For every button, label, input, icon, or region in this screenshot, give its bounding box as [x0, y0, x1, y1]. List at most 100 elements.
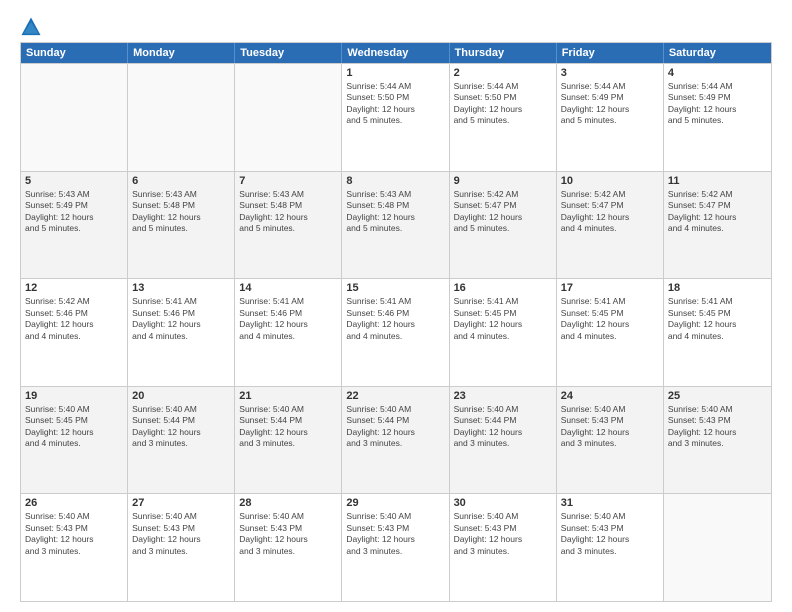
cell-info: Sunrise: 5:40 AM Sunset: 5:43 PM Dayligh… [668, 404, 767, 450]
calendar-cell: 11 Sunrise: 5:42 AM Sunset: 5:47 PM Dayli… [664, 172, 771, 279]
day-number: 26 [25, 497, 123, 509]
calendar-cell: 16 Sunrise: 5:41 AM Sunset: 5:45 PM Dayli… [450, 279, 557, 386]
calendar-cell: 24 Sunrise: 5:40 AM Sunset: 5:43 PM Dayli… [557, 387, 664, 494]
calendar-cell [235, 64, 342, 171]
day-number: 21 [239, 390, 337, 402]
calendar-cell: 14 Sunrise: 5:41 AM Sunset: 5:46 PM Dayli… [235, 279, 342, 386]
calendar-cell: 27Sunrise: 5:40 AM Sunset: 5:43 PM Dayli… [128, 494, 235, 601]
header-cell-wednesday: Wednesday [342, 43, 449, 63]
cell-info: Sunrise: 5:41 AM Sunset: 5:45 PM Dayligh… [454, 296, 552, 342]
calendar-cell: 26 Sunrise: 5:40 AM Sunset: 5:43 PM Dayli… [21, 494, 128, 601]
day-number: 5 [25, 175, 123, 187]
cell-info: Sunrise: 5:41 AM Sunset: 5:46 PM Dayligh… [132, 296, 230, 342]
calendar-cell: 28 Sunrise: 5:40 AM Sunset: 5:43 PM Dayli… [235, 494, 342, 601]
day-number: 10 [561, 175, 659, 187]
cell-info: Sunrise: 5:40 AM Sunset: 5:45 PM Dayligh… [25, 404, 123, 450]
header-cell-thursday: Thursday [450, 43, 557, 63]
page: SundayMondayTuesdayWednesdayThursdayFrid… [0, 0, 792, 612]
calendar-cell: 12 Sunrise: 5:42 AM Sunset: 5:46 PM Dayli… [21, 279, 128, 386]
calendar-cell: 17 Sunrise: 5:41 AM Sunset: 5:45 PM Dayli… [557, 279, 664, 386]
day-number: 29 [346, 497, 444, 509]
cell-info: Sunrise: 5:43 AM Sunset: 5:48 PM Dayligh… [346, 189, 444, 235]
day-number: 9 [454, 175, 552, 187]
calendar-cell: 3 Sunrise: 5:44 AM Sunset: 5:49 PM Daylig… [557, 64, 664, 171]
calendar-cell: 20 Sunrise: 5:40 AM Sunset: 5:44 PM Dayli… [128, 387, 235, 494]
cell-info: Sunrise: 5:40 AM Sunset: 5:43 PM Dayligh… [239, 511, 337, 557]
calendar-cell: 29 Sunrise: 5:40 AM Sunset: 5:43 PM Dayli… [342, 494, 449, 601]
day-number: 19 [25, 390, 123, 402]
day-number: 14 [239, 282, 337, 294]
cell-info: Sunrise: 5:44 AM Sunset: 5:49 PM Dayligh… [561, 81, 659, 127]
cell-info: Sunrise: 5:41 AM Sunset: 5:46 PM Dayligh… [346, 296, 444, 342]
day-number: 16 [454, 282, 552, 294]
day-number: 11 [668, 175, 767, 187]
day-number: 6 [132, 175, 230, 187]
calendar-cell [664, 494, 771, 601]
day-number: 7 [239, 175, 337, 187]
cell-info: Sunrise: 5:40 AM Sunset: 5:44 PM Dayligh… [346, 404, 444, 450]
cell-info: Sunrise: 5:42 AM Sunset: 5:46 PM Dayligh… [25, 296, 123, 342]
calendar-cell: 25 Sunrise: 5:40 AM Sunset: 5:43 PM Dayli… [664, 387, 771, 494]
day-number: 15 [346, 282, 444, 294]
calendar-cell: 23Sunrise: 5:40 AM Sunset: 5:44 PM Dayli… [450, 387, 557, 494]
cell-info: Sunrise: 5:40 AM Sunset: 5:44 PM Dayligh… [132, 404, 230, 450]
day-number: 13 [132, 282, 230, 294]
cell-info: Sunrise: 5:40 AM Sunset: 5:43 PM Dayligh… [561, 511, 659, 557]
calendar-cell: 6Sunrise: 5:43 AM Sunset: 5:48 PM Daylig… [128, 172, 235, 279]
cell-info: Sunrise: 5:40 AM Sunset: 5:43 PM Dayligh… [132, 511, 230, 557]
calendar-cell: 22Sunrise: 5:40 AM Sunset: 5:44 PM Dayli… [342, 387, 449, 494]
day-number: 24 [561, 390, 659, 402]
calendar-cell: 8 Sunrise: 5:43 AM Sunset: 5:48 PM Daylig… [342, 172, 449, 279]
calendar-body: 1Sunrise: 5:44 AM Sunset: 5:50 PM Daylig… [21, 63, 771, 601]
calendar-cell [21, 64, 128, 171]
header-cell-monday: Monday [128, 43, 235, 63]
header-cell-friday: Friday [557, 43, 664, 63]
calendar-cell: 9 Sunrise: 5:42 AM Sunset: 5:47 PM Daylig… [450, 172, 557, 279]
day-number: 31 [561, 497, 659, 509]
calendar-cell: 4 Sunrise: 5:44 AM Sunset: 5:49 PM Daylig… [664, 64, 771, 171]
cell-info: Sunrise: 5:40 AM Sunset: 5:43 PM Dayligh… [561, 404, 659, 450]
cell-info: Sunrise: 5:40 AM Sunset: 5:44 PM Dayligh… [239, 404, 337, 450]
day-number: 3 [561, 67, 659, 79]
day-number: 28 [239, 497, 337, 509]
header-cell-sunday: Sunday [21, 43, 128, 63]
cell-info: Sunrise: 5:41 AM Sunset: 5:45 PM Dayligh… [561, 296, 659, 342]
cell-info: Sunrise: 5:42 AM Sunset: 5:47 PM Dayligh… [668, 189, 767, 235]
calendar-cell: 5Sunrise: 5:43 AM Sunset: 5:49 PM Daylig… [21, 172, 128, 279]
cell-info: Sunrise: 5:41 AM Sunset: 5:45 PM Dayligh… [668, 296, 767, 342]
day-number: 30 [454, 497, 552, 509]
cell-info: Sunrise: 5:42 AM Sunset: 5:47 PM Dayligh… [561, 189, 659, 235]
calendar-row-3: 19 Sunrise: 5:40 AM Sunset: 5:45 PM Dayli… [21, 386, 771, 494]
calendar-cell: 1Sunrise: 5:44 AM Sunset: 5:50 PM Daylig… [342, 64, 449, 171]
calendar-cell: 21 Sunrise: 5:40 AM Sunset: 5:44 PM Dayli… [235, 387, 342, 494]
cell-info: Sunrise: 5:40 AM Sunset: 5:43 PM Dayligh… [454, 511, 552, 557]
day-number: 12 [25, 282, 123, 294]
calendar-row-4: 26 Sunrise: 5:40 AM Sunset: 5:43 PM Dayli… [21, 493, 771, 601]
cell-info: Sunrise: 5:44 AM Sunset: 5:50 PM Dayligh… [346, 81, 444, 127]
calendar-row-0: 1Sunrise: 5:44 AM Sunset: 5:50 PM Daylig… [21, 63, 771, 171]
cell-info: Sunrise: 5:40 AM Sunset: 5:43 PM Dayligh… [25, 511, 123, 557]
day-number: 8 [346, 175, 444, 187]
day-number: 23 [454, 390, 552, 402]
day-number: 18 [668, 282, 767, 294]
calendar-cell: 7 Sunrise: 5:43 AM Sunset: 5:48 PM Daylig… [235, 172, 342, 279]
day-number: 4 [668, 67, 767, 79]
cell-info: Sunrise: 5:42 AM Sunset: 5:47 PM Dayligh… [454, 189, 552, 235]
cell-info: Sunrise: 5:44 AM Sunset: 5:49 PM Dayligh… [668, 81, 767, 127]
day-number: 17 [561, 282, 659, 294]
day-number: 25 [668, 390, 767, 402]
cell-info: Sunrise: 5:40 AM Sunset: 5:43 PM Dayligh… [346, 511, 444, 557]
calendar-row-1: 5Sunrise: 5:43 AM Sunset: 5:49 PM Daylig… [21, 171, 771, 279]
calendar-cell: 18 Sunrise: 5:41 AM Sunset: 5:45 PM Dayli… [664, 279, 771, 386]
header [20, 16, 772, 38]
calendar-cell: 19 Sunrise: 5:40 AM Sunset: 5:45 PM Dayli… [21, 387, 128, 494]
calendar-header-row: SundayMondayTuesdayWednesdayThursdayFrid… [21, 43, 771, 63]
calendar: SundayMondayTuesdayWednesdayThursdayFrid… [20, 42, 772, 602]
calendar-cell: 15 Sunrise: 5:41 AM Sunset: 5:46 PM Dayli… [342, 279, 449, 386]
day-number: 2 [454, 67, 552, 79]
header-cell-tuesday: Tuesday [235, 43, 342, 63]
day-number: 20 [132, 390, 230, 402]
cell-info: Sunrise: 5:41 AM Sunset: 5:46 PM Dayligh… [239, 296, 337, 342]
header-cell-saturday: Saturday [664, 43, 771, 63]
cell-info: Sunrise: 5:43 AM Sunset: 5:48 PM Dayligh… [239, 189, 337, 235]
